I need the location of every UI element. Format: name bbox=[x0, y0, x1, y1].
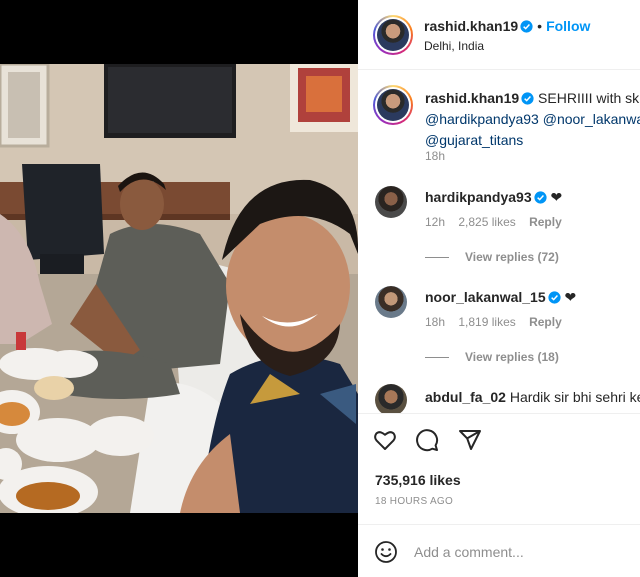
commenter-avatar[interactable] bbox=[375, 186, 407, 218]
add-comment-bar bbox=[358, 524, 640, 577]
comment-text: Hardik sir bhi sehri kerte hai bbox=[509, 389, 640, 405]
verified-badge-icon bbox=[520, 20, 533, 33]
share-icon[interactable] bbox=[458, 428, 482, 452]
separator-dot: • bbox=[537, 18, 543, 34]
author-line: rashid.khan19 • Follow bbox=[424, 18, 590, 34]
commenter-avatar[interactable] bbox=[375, 384, 407, 416]
comment-input[interactable] bbox=[414, 541, 624, 563]
caption-mentions-line1[interactable]: @hardikpandya93 @noor_lakanwal_15 bbox=[425, 109, 640, 130]
commenter-username[interactable]: hardikpandya93 bbox=[425, 189, 532, 205]
commenter-username[interactable]: noor_lakanwal_15 bbox=[425, 289, 546, 305]
author-username[interactable]: rashid.khan19 bbox=[424, 18, 518, 34]
caption-author-avatar[interactable] bbox=[373, 85, 413, 125]
caption-text: rashid.khan19 SEHRIIII with skipper @har… bbox=[425, 88, 640, 151]
heart-icon[interactable] bbox=[373, 428, 397, 452]
likes-count[interactable]: 735,916 likes bbox=[375, 472, 461, 488]
post-timestamp[interactable]: 18 HOURS AGO bbox=[375, 496, 453, 507]
follow-button[interactable]: Follow bbox=[546, 18, 590, 34]
divider-line bbox=[425, 257, 449, 259]
caption-body: SEHRIIII with skipper bbox=[538, 90, 640, 106]
comment-line: hardikpandya93 ❤ bbox=[425, 189, 562, 206]
comment-time[interactable]: 18h bbox=[425, 315, 445, 329]
commenter-username[interactable]: abdul_fa_02 bbox=[425, 389, 506, 405]
post-sidebar: rashid.khan19 • Follow Delhi, India rashid… bbox=[358, 0, 640, 577]
comment-likes[interactable]: 2,825 likes bbox=[458, 215, 515, 229]
view-replies-button[interactable]: View replies (18) bbox=[425, 350, 559, 364]
verified-badge-icon bbox=[548, 291, 561, 304]
emoji-icon[interactable] bbox=[374, 540, 398, 564]
comment-line: noor_lakanwal_15 ❤ bbox=[425, 289, 576, 306]
verified-badge-icon bbox=[521, 92, 534, 105]
post-photo[interactable] bbox=[0, 64, 358, 513]
reply-button[interactable]: Reply bbox=[529, 215, 562, 229]
comment-text: ❤ bbox=[550, 189, 563, 205]
comment-icon[interactable] bbox=[415, 428, 439, 452]
comment-meta: 18h 1,819 likes Reply bbox=[425, 315, 572, 329]
view-replies-label: View replies (72) bbox=[465, 250, 559, 264]
post-media-pane bbox=[0, 0, 358, 577]
view-replies-button[interactable]: View replies (72) bbox=[425, 250, 559, 264]
action-icon-row bbox=[373, 428, 496, 454]
reply-button[interactable]: Reply bbox=[529, 315, 562, 329]
comment-likes[interactable]: 1,819 likes bbox=[458, 315, 515, 329]
post-location[interactable]: Delhi, India bbox=[424, 39, 484, 53]
comment-line: abdul_fa_02 Hardik sir bhi sehri kerte h… bbox=[425, 389, 640, 405]
caption-username[interactable]: rashid.khan19 bbox=[425, 90, 519, 106]
author-avatar[interactable] bbox=[373, 15, 413, 55]
post-actions: 735,916 likes 18 HOURS AGO bbox=[358, 413, 640, 537]
post-header: rashid.khan19 • Follow Delhi, India bbox=[358, 0, 640, 70]
caption-mentions-line2[interactable]: @gujarat_titans bbox=[425, 130, 640, 151]
comment-time[interactable]: 12h bbox=[425, 215, 445, 229]
verified-badge-icon bbox=[534, 191, 547, 204]
commenter-avatar[interactable] bbox=[375, 286, 407, 318]
comment-meta: 12h 2,825 likes Reply bbox=[425, 215, 572, 229]
view-replies-label: View replies (18) bbox=[465, 350, 559, 364]
post-photo-illustration bbox=[0, 64, 358, 513]
caption-timestamp[interactable]: 18h bbox=[425, 149, 445, 163]
divider-line bbox=[425, 357, 449, 359]
comment-text: ❤ bbox=[564, 289, 577, 305]
